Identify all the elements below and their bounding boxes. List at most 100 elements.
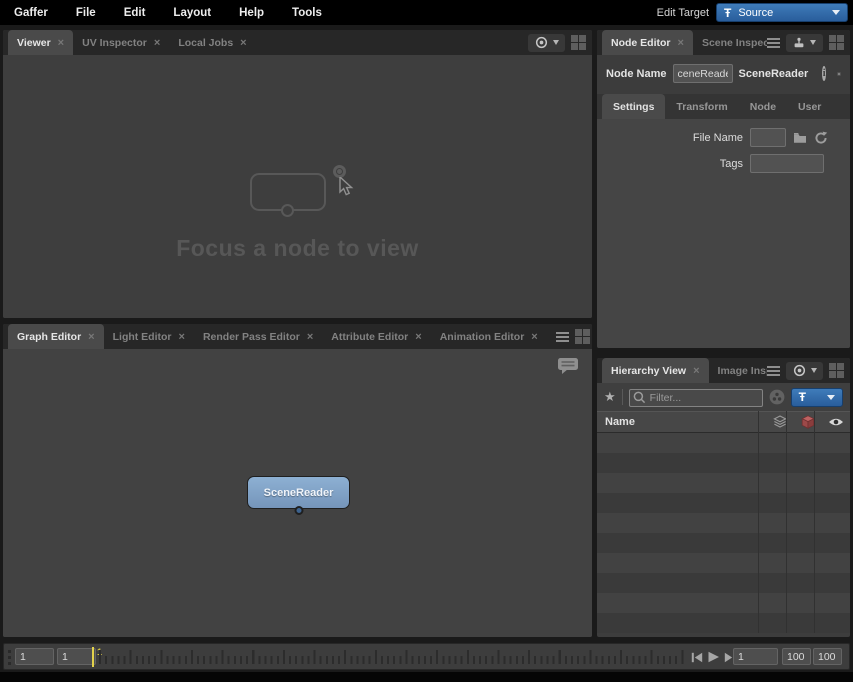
current-frame-marker[interactable] [92, 647, 94, 667]
target-icon [535, 36, 548, 49]
graph-canvas[interactable]: SceneReader [3, 349, 592, 637]
table-row[interactable] [597, 553, 850, 573]
menu-item-layout[interactable]: Layout [159, 7, 225, 19]
annotation-icon[interactable] [557, 357, 579, 375]
tab-label: UV Inspector [82, 37, 147, 49]
tags-input[interactable] [750, 154, 824, 173]
grip-handle[interactable] [8, 650, 11, 665]
column-header-name[interactable]: Name [597, 416, 766, 428]
tab-settings[interactable]: Settings [602, 94, 665, 119]
layout-grid-icon[interactable] [575, 329, 590, 344]
refresh-icon[interactable] [814, 131, 828, 145]
file-name-row: File Name [597, 128, 850, 147]
viewer-viewport[interactable]: Focus a node to view [3, 55, 592, 318]
menu-item-tools[interactable]: Tools [278, 7, 336, 19]
close-icon[interactable]: × [415, 331, 421, 343]
close-icon[interactable]: × [88, 331, 94, 343]
column-divider [786, 411, 787, 633]
timeline-ruler[interactable] [99, 648, 687, 665]
star-icon[interactable]: ★ [604, 389, 616, 405]
tab-hierarchy-view[interactable]: Hierarchy View × [602, 358, 709, 383]
skip-to-start-icon[interactable] [691, 652, 703, 663]
filter-input[interactable] [629, 389, 763, 407]
layout-grid-icon[interactable] [829, 35, 844, 50]
close-icon[interactable]: × [179, 331, 185, 343]
tab-label: Node Editor [611, 37, 671, 49]
close-icon[interactable]: × [240, 37, 246, 49]
layout-grid-icon[interactable] [829, 363, 844, 378]
menu-item-edit[interactable]: Edit [110, 7, 160, 19]
scene-set-button[interactable] [786, 362, 823, 380]
tab-menu-icon[interactable] [767, 38, 780, 48]
column-divider [814, 411, 815, 633]
tab-transform[interactable]: Transform [665, 94, 738, 119]
menu-item-file[interactable]: File [62, 7, 110, 19]
gear-icon[interactable] [837, 66, 841, 82]
file-name-input[interactable] [750, 128, 786, 147]
tab-render-pass-editor[interactable]: Render Pass Editor × [194, 324, 322, 349]
node-name-input[interactable] [673, 64, 733, 83]
tab-node-editor[interactable]: Node Editor × [602, 30, 693, 55]
tab-animation-editor[interactable]: Animation Editor × [431, 324, 547, 349]
divider [622, 389, 623, 405]
tab-scene-inspector[interactable]: Scene Inspecto [693, 30, 767, 55]
node-output-plug[interactable] [294, 506, 303, 515]
folder-icon[interactable] [793, 132, 807, 144]
table-row[interactable] [597, 593, 850, 613]
tab-local-jobs[interactable]: Local Jobs × [169, 30, 255, 55]
range-start-input[interactable] [15, 648, 54, 665]
table-row[interactable] [597, 493, 850, 513]
tab-user[interactable]: User [787, 94, 832, 119]
filter-options-icon[interactable] [769, 389, 785, 405]
hierarchy-table: Name [597, 411, 850, 633]
current-frame-input[interactable] [733, 648, 778, 665]
playback-start-input[interactable] [57, 648, 96, 665]
node-editor-tabbar: Node Editor × Scene Inspecto [597, 30, 850, 55]
table-row[interactable] [597, 453, 850, 473]
tab-uv-inspector[interactable]: UV Inspector × [73, 30, 169, 55]
layout-grid-icon[interactable] [571, 35, 586, 50]
tab-node[interactable]: Node [739, 94, 787, 119]
table-row[interactable] [597, 513, 850, 533]
playback-end-input[interactable] [782, 648, 811, 665]
edit-target-dropdown[interactable]: Ŧ Source [716, 3, 848, 22]
tab-primitive-inspector[interactable]: Prim [547, 324, 556, 349]
close-icon[interactable]: × [531, 331, 537, 343]
search-icon [633, 391, 646, 404]
node-outline-graphic [250, 173, 326, 211]
exclusions-cube-icon[interactable] [794, 415, 822, 429]
cursor-icon [339, 177, 354, 196]
play-icon[interactable] [707, 651, 720, 663]
set-membership-column-icon[interactable] [766, 415, 794, 429]
menu-item-help[interactable]: Help [225, 7, 278, 19]
tab-label: Render Pass Editor [203, 331, 300, 343]
table-row[interactable] [597, 573, 850, 593]
close-icon[interactable]: × [307, 331, 313, 343]
tab-menu-icon[interactable] [556, 332, 569, 342]
edit-target-value: Source [738, 7, 773, 19]
focus-node-set-button[interactable] [528, 34, 565, 52]
tab-light-editor[interactable]: Light Editor × [104, 324, 194, 349]
close-icon[interactable]: × [154, 37, 160, 49]
tab-graph-editor[interactable]: Graph Editor × [8, 324, 104, 349]
plug-section-tabs: Settings Transform Node User [597, 94, 850, 119]
tab-viewer[interactable]: Viewer × [8, 30, 73, 55]
scope-dropdown[interactable]: Ŧ [791, 388, 843, 407]
tab-menu-icon[interactable] [767, 366, 780, 376]
node-set-menu-button[interactable] [786, 34, 823, 52]
scene-reader-node[interactable]: SceneReader [247, 476, 350, 509]
tab-image-inspector[interactable]: Image Inspe [709, 358, 767, 383]
menu-item-gaffer[interactable]: Gaffer [0, 7, 62, 19]
close-icon[interactable]: × [58, 37, 64, 49]
range-end-input[interactable] [813, 648, 842, 665]
table-row[interactable] [597, 473, 850, 493]
table-row[interactable] [597, 433, 850, 453]
table-row[interactable] [597, 533, 850, 553]
visibility-eye-icon[interactable] [822, 417, 850, 427]
close-icon[interactable]: × [693, 365, 699, 377]
info-icon[interactable]: i [822, 66, 826, 81]
table-row[interactable] [597, 613, 850, 633]
tab-attribute-editor[interactable]: Attribute Editor × [322, 324, 430, 349]
close-icon[interactable]: × [678, 37, 684, 49]
file-name-label: File Name [597, 132, 750, 144]
